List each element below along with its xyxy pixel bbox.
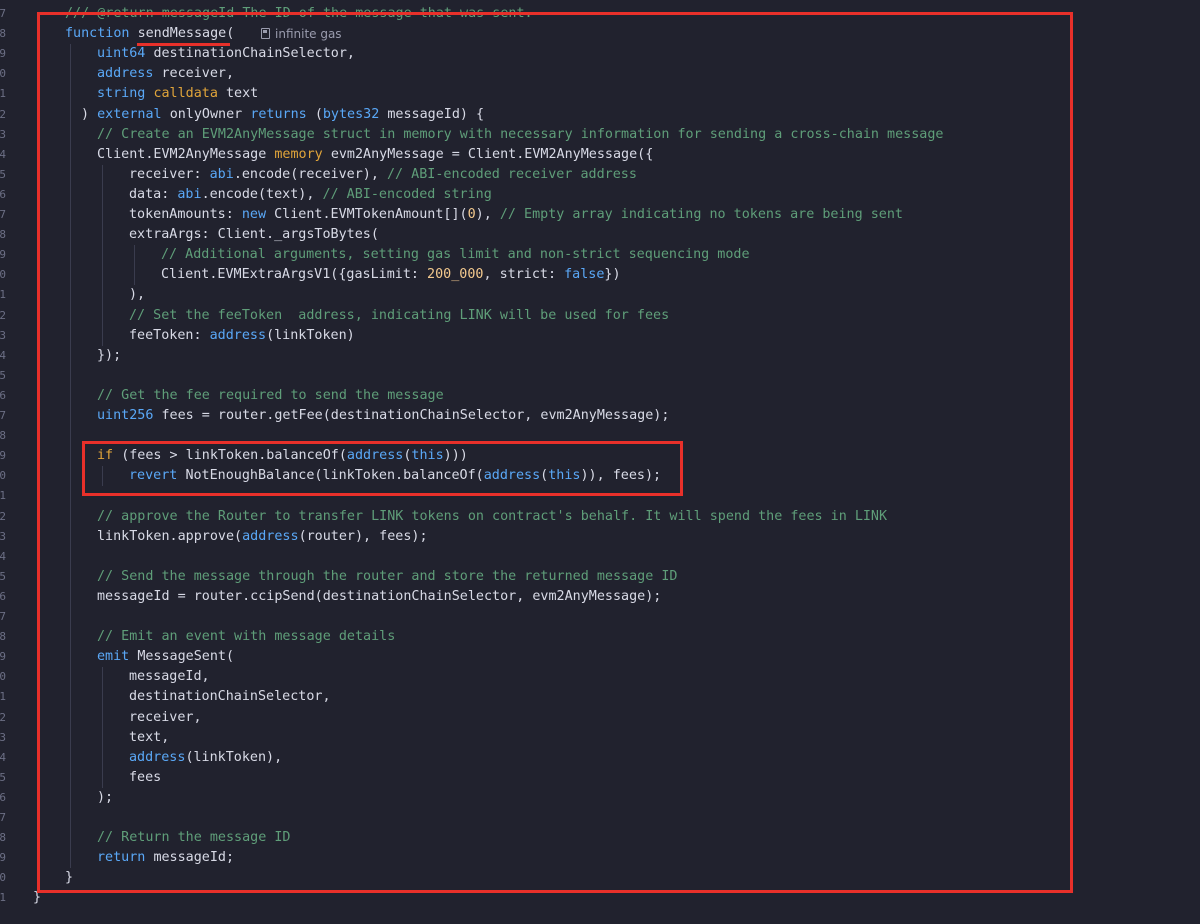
balance-check-highlight-box [82, 441, 683, 496]
line-number: 2 [0, 308, 6, 322]
line-number: 6 [0, 589, 6, 603]
line-number: 3 [0, 127, 6, 141]
line-number: 7 [0, 208, 6, 221]
line-number: 3 [0, 529, 6, 543]
line-number: 8 [0, 429, 6, 443]
line-number: 1 [0, 288, 6, 302]
line-number: 9 [0, 47, 6, 61]
line-number: 0 [0, 469, 6, 483]
line-number: 7 [0, 610, 6, 623]
code-editor[interactable]: 7 8 9 0 1 2 3 4 5 6 7 8 9 0 1 2 3 4 5 6 7 8 9 0 1 2 3 4 5 6 7 8 9 0 1 2 3 4 5 6… [0, 0, 1200, 924]
line-number: 7 [0, 7, 6, 20]
line-number: 5 [0, 167, 6, 181]
line-number: 6 [0, 187, 6, 201]
line-number: 1 [0, 489, 6, 503]
line-number: 7 [0, 409, 6, 422]
line-number: 2 [0, 107, 6, 121]
line-number: 0 [0, 670, 6, 684]
line-number: 8 [0, 630, 6, 644]
line-number: 9 [0, 449, 6, 463]
line-number: 0 [0, 67, 6, 81]
line-number: 5 [0, 569, 6, 583]
line-number: 9 [0, 650, 6, 664]
line-number: 2 [0, 509, 6, 523]
line-number: 5 [0, 770, 6, 784]
line-number: 8 [0, 27, 6, 41]
line-number: 0 [0, 871, 6, 885]
function-name-underline [137, 43, 230, 46]
line-number: 4 [0, 147, 6, 161]
line-number: 2 [0, 710, 6, 724]
line-number: 4 [0, 348, 6, 362]
line-number: 4 [0, 549, 6, 563]
line-number: 8 [0, 228, 6, 242]
line-number-gutter: 7 8 9 0 1 2 3 4 5 6 7 8 9 0 1 2 3 4 5 6 7 8 9 0 1 2 3 4 5 6 7 8 9 0 1 2 3 4 5 6… [0, 0, 14, 924]
line-number: 1 [0, 690, 6, 704]
line-number: 6 [0, 790, 6, 804]
line-number: 6 [0, 388, 6, 402]
line-number: 1 [0, 87, 6, 101]
line-number: 0 [0, 268, 6, 282]
line-number: 3 [0, 328, 6, 342]
line-number: 9 [0, 248, 6, 262]
line-number: 9 [0, 851, 6, 865]
line-number: 1 [0, 891, 6, 905]
line-number: 4 [0, 750, 6, 764]
line-number: 5 [0, 368, 6, 382]
line-number: 7 [0, 811, 6, 824]
line-number: 3 [0, 730, 6, 744]
line-number: 8 [0, 831, 6, 845]
